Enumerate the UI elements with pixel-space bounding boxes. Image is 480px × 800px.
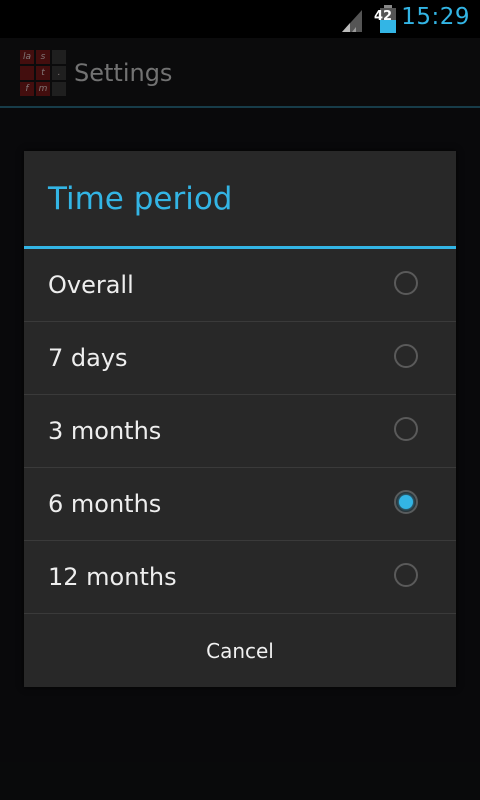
clock: 15:29 xyxy=(401,4,470,30)
radio-button[interactable] xyxy=(394,271,418,295)
option-label: 12 months xyxy=(48,563,177,591)
option-6-months[interactable]: 6 months xyxy=(24,468,456,541)
cancel-button[interactable]: Cancel xyxy=(24,615,456,687)
radio-button[interactable] xyxy=(394,417,418,441)
time-period-dialog: Time period Overall 7 days 3 months 6 mo… xyxy=(24,151,456,687)
option-list: Overall 7 days 3 months 6 months 12 mont… xyxy=(24,249,456,614)
option-overall[interactable]: Overall xyxy=(24,249,456,322)
option-label: 6 months xyxy=(48,490,162,518)
radio-button-checked[interactable] xyxy=(394,490,418,514)
signal-icon xyxy=(342,10,362,32)
option-7-days[interactable]: 7 days xyxy=(24,322,456,395)
option-label: 3 months xyxy=(48,417,162,445)
screen: 42 15:29 la s t . f m Settings Time peri… xyxy=(0,0,480,800)
option-label: 7 days xyxy=(48,344,128,372)
option-3-months[interactable]: 3 months xyxy=(24,395,456,468)
status-bar: 42 15:29 xyxy=(0,0,480,38)
option-label: Overall xyxy=(48,271,134,299)
dialog-title: Time period xyxy=(48,181,233,217)
battery-level: 42 xyxy=(374,9,393,24)
radio-button[interactable] xyxy=(394,344,418,368)
radio-button[interactable] xyxy=(394,563,418,587)
option-12-months[interactable]: 12 months xyxy=(24,541,456,614)
